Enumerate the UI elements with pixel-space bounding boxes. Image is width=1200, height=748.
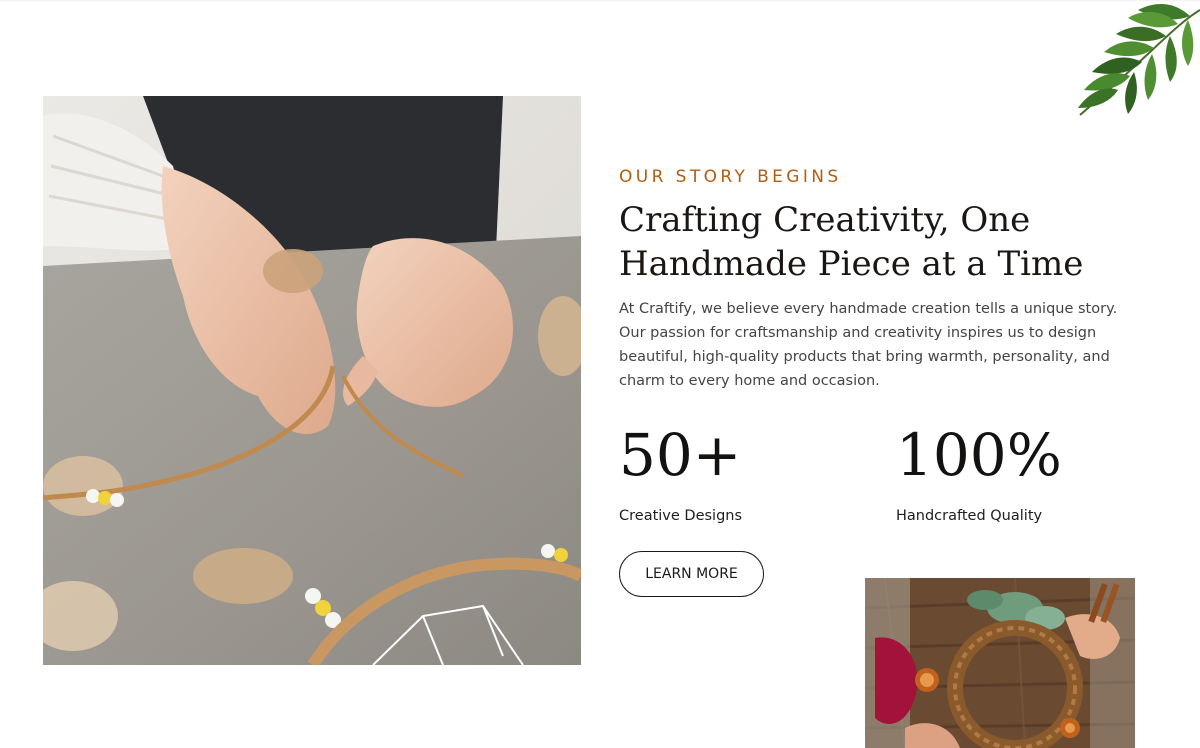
hands-making-dreamcatcher-photo: [43, 96, 581, 665]
stat-label: Handcrafted Quality: [896, 508, 1043, 524]
leaf-branch-decoration: [1070, 0, 1200, 120]
hands-crafting-wreath-photo: [865, 578, 1135, 748]
header-shadow-divider: [0, 0, 1200, 2]
stat-creative-designs: 50+ Creative Designs: [619, 420, 742, 527]
about-description: At Craftify, we believe every handmade c…: [619, 301, 1118, 389]
section-heading: Crafting Creativity, One Handmade Piece …: [619, 200, 1084, 284]
stat-value: 100%: [896, 421, 1062, 489]
learn-more-button[interactable]: LEARN MORE: [619, 551, 764, 597]
stat-label: Creative Designs: [619, 508, 743, 524]
stat-handcrafted-quality: 100% Handcrafted Quality: [896, 420, 1062, 527]
stat-value: 50+: [619, 421, 742, 489]
section-eyebrow: OUR STORY BEGINS: [619, 167, 842, 187]
about-section: OUR STORY BEGINS Crafting Creativity, On…: [0, 0, 1200, 748]
